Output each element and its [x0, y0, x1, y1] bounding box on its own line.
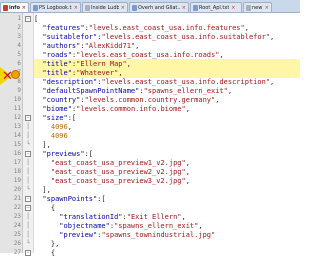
code-token: "country": [34, 96, 81, 104]
tab-label: Inside Ludbe...: [91, 4, 119, 11]
code-token: :[: [97, 195, 106, 203]
code-token: ,: [219, 51, 224, 59]
file-icon: [85, 4, 90, 11]
code-token: ,: [215, 96, 220, 104]
code-token: "east_coast_usa_preview1_v2.jpg": [34, 159, 186, 167]
close-icon[interactable]: ×: [74, 3, 78, 12]
fold-toggle-icon[interactable]: −: [25, 16, 31, 22]
code-token: 4096: [34, 132, 68, 140]
code-token: ,: [227, 87, 233, 95]
code-token: ,: [270, 33, 275, 41]
tab-1[interactable]: PS Logbook.txt×: [30, 2, 81, 12]
close-icon[interactable]: ×: [22, 3, 26, 12]
close-icon[interactable]: ×: [182, 3, 186, 12]
code-token: "levels.east_coast_usa.info.roads": [76, 51, 220, 59]
code-token: "translationId": [34, 213, 123, 221]
code-token: ],: [34, 141, 51, 149]
close-icon[interactable]: ×: [265, 3, 269, 12]
code-token: ,: [181, 213, 186, 221]
code-token: "suitablefor": [34, 33, 98, 41]
code-token: "levels.east_coast_usa.info.suitablefor": [101, 33, 271, 41]
tab-bar: info.json×PS Logbook.txt×Inside Ludbe...…: [0, 0, 300, 13]
code-token: "title": [34, 60, 72, 68]
code-token: ,: [185, 177, 190, 185]
code-token: "size": [34, 114, 68, 122]
tab-label: Root_Apl.txt: [199, 4, 230, 11]
code-token: "biome": [34, 105, 72, 113]
code-text: {: [34, 248, 300, 258]
tab-label: new 1: [252, 4, 263, 11]
code-token: "east_coast_usa_preview2_v2.jpg": [34, 168, 186, 176]
code-token: :[: [84, 150, 94, 158]
close-icon[interactable]: ×: [121, 3, 125, 12]
code-token: },: [34, 240, 60, 248]
code-token: ,: [135, 42, 140, 50]
code-token: 4096: [34, 123, 68, 131]
tab-0[interactable]: info.json×: [0, 2, 29, 12]
code-token: :[: [67, 114, 77, 122]
code-token: "AlexKidd71": [84, 42, 136, 50]
code-token: ,: [185, 159, 190, 167]
tab-label: Overh and Gllat...: [138, 4, 180, 11]
code-token: "east_coast_usa_preview3_v2.jpg": [34, 177, 186, 185]
code-token: ],: [34, 186, 51, 194]
close-icon[interactable]: ×: [231, 3, 235, 12]
code-token: [: [34, 15, 39, 23]
file-icon: [246, 4, 251, 11]
code-token: "spawns_townindustrial.jpg": [101, 231, 216, 239]
code-token: ,: [118, 69, 123, 77]
code-token: ,: [67, 123, 72, 131]
code-token: "objectname": [34, 222, 110, 230]
code-line[interactable]: 27− {: [0, 248, 300, 258]
tab-3[interactable]: Overh and Gllat... ×: [129, 2, 189, 12]
code-token: "levels.east_coast_usa.info.description": [101, 78, 271, 86]
code-token: "preview": [34, 231, 98, 239]
code-token: ,: [126, 60, 131, 68]
file-icon: [193, 4, 198, 11]
code-token: "spawns_ellern_exit": [114, 222, 199, 230]
code-token: "Whatever": [76, 69, 119, 77]
code-token: ,: [198, 222, 203, 230]
fold-toggle-icon[interactable]: −: [25, 196, 31, 202]
tab-label: PS Logbook.txt: [39, 4, 72, 11]
fold-toggle-icon[interactable]: −: [25, 115, 31, 121]
file-icon: [33, 4, 38, 11]
code-token: "spawnPoints": [34, 195, 98, 203]
code-token: "Ellern Map": [76, 60, 127, 68]
code-token: ,: [185, 105, 190, 113]
tab-5[interactable]: new 1×: [243, 2, 272, 12]
code-token: "spawns_ellern_exit": [143, 87, 228, 95]
code-token: "Exit Ellern": [126, 213, 182, 221]
fold-toggle-icon[interactable]: −: [25, 205, 31, 211]
code-token: "levels.common.info.biome": [76, 105, 186, 113]
file-icon: [3, 4, 8, 11]
code-token: ,: [185, 168, 190, 176]
file-icon: [132, 4, 137, 11]
tab-label: info.json: [9, 4, 20, 11]
code-token: {: [34, 204, 56, 212]
error-x-icon: ✕: [2, 69, 13, 84]
code-token: "defaultSpawnPointName": [34, 87, 140, 95]
tab-4[interactable]: Root_Apl.txt ×: [190, 2, 242, 12]
code-token: ,: [270, 78, 275, 86]
code-token: {: [34, 249, 56, 257]
code-token: "levels.east_coast_usa.info.features": [88, 24, 245, 32]
code-token: "roads": [34, 51, 72, 59]
code-token: "previews": [34, 150, 85, 158]
code-token: "levels.common.country.germany": [84, 96, 216, 104]
tab-2[interactable]: Inside Ludbe...×: [82, 2, 128, 12]
fold-toggle-icon[interactable]: −: [25, 250, 31, 256]
code-token: "features": [34, 24, 85, 32]
code-token: ,: [244, 24, 249, 32]
code-token: "title": [34, 69, 72, 77]
code-token: "authors": [34, 42, 81, 50]
line-number: 27: [13, 249, 21, 256]
code-token: "description": [34, 78, 98, 86]
fold-toggle-icon[interactable]: −: [25, 151, 31, 157]
